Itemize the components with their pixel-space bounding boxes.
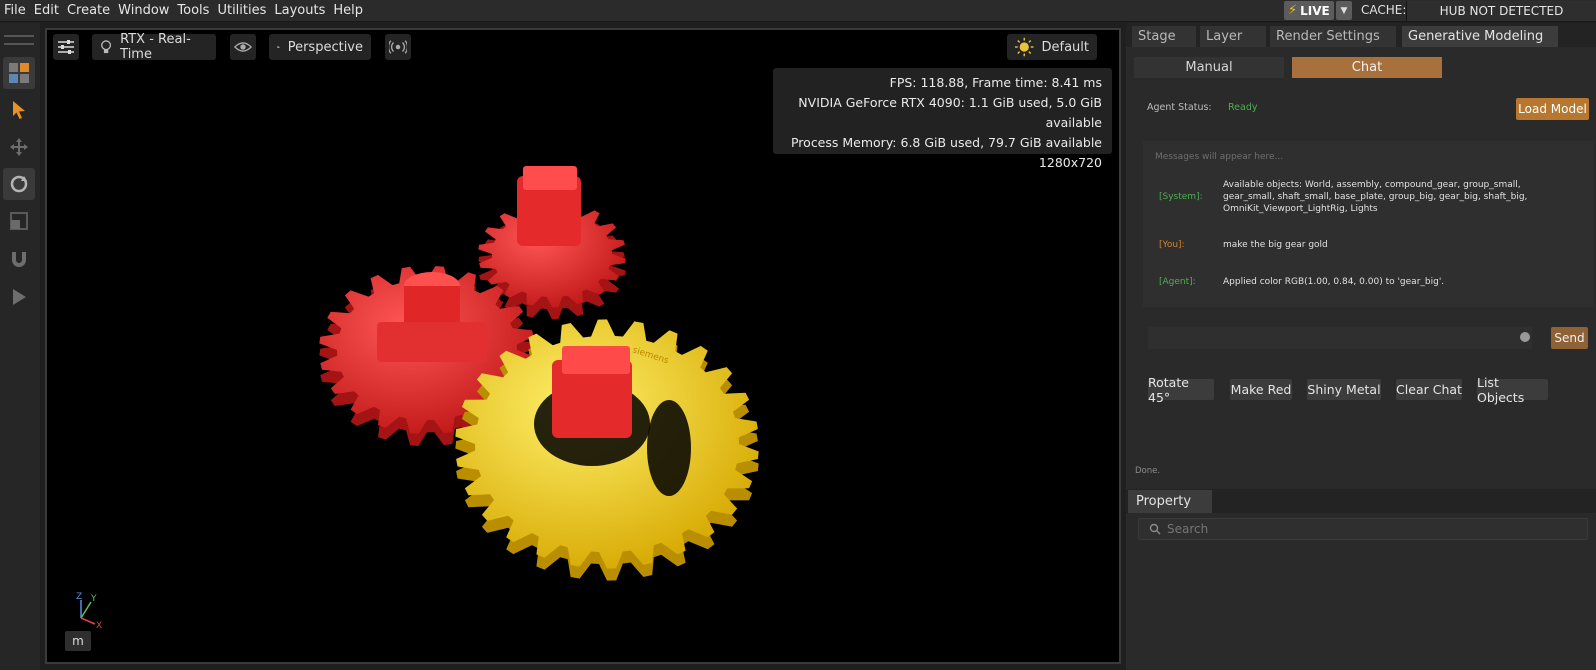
menu-help[interactable]: Help [333,3,363,18]
shaft-back-top [523,166,577,190]
scale-icon [10,212,28,230]
load-model-button[interactable]: Load Model [1516,98,1589,120]
scale-tool-button[interactable] [3,205,35,237]
right-panel: Stage Layer Render Settings Generative M… [1126,23,1596,670]
clear-chat-button[interactable]: Clear Chat [1396,379,1462,400]
message-sender: [You]: [1159,240,1185,250]
chat-messages[interactable]: Messages will appear here... [System]: A… [1143,141,1594,307]
chat-input-container [1148,327,1532,349]
chat-message: [You]: make the big gear gold [1159,239,1589,251]
agent-status-label: Agent Status: [1147,102,1212,113]
play-button[interactable] [3,281,35,313]
search-icon [1149,523,1161,535]
rotate-tool-button[interactable] [3,168,35,200]
rotate-45-button[interactable]: Rotate 45° [1148,375,1214,405]
message-sender: [Agent]: [1159,277,1196,287]
menu-tools[interactable]: Tools [177,3,209,18]
message-text: make the big gear gold [1223,240,1328,250]
cache-label: CACHE: [1361,3,1407,17]
message-text: Available objects: World, assembly, comp… [1223,180,1528,214]
mode-manual[interactable]: Manual [1134,57,1284,78]
tab-property[interactable]: Property [1128,490,1212,513]
menu-file[interactable]: File [4,3,26,18]
message-sender: [System]: [1159,192,1203,202]
gear-big-slot [647,400,691,496]
select-arrow-icon [13,101,25,119]
tab-render-settings[interactable]: Render Settings [1270,26,1396,47]
property-search-input[interactable] [1167,519,1577,539]
left-toolbar [0,23,40,670]
unit-button[interactable]: m [65,631,91,651]
shaft-big-top [562,346,630,374]
play-icon [13,289,26,305]
live-button[interactable]: ⚡ LIVE [1284,1,1334,20]
list-objects-button[interactable]: List Objects [1477,375,1548,405]
agent-status-value: Ready [1228,102,1258,113]
chevron-down-icon: ▼ [1340,5,1348,16]
panel-tabs: Stage Layer Render Settings Generative M… [1126,23,1596,47]
chat-message: [Agent]: Applied color RGB(1.00, 0.84, 0… [1159,276,1589,288]
shiny-metal-button[interactable]: Shiny Metal [1307,379,1381,400]
shaft-small[interactable] [404,286,460,326]
live-dropdown-button[interactable]: ▼ [1336,1,1352,20]
menu-window[interactable]: Window [118,3,169,18]
menu-create[interactable]: Create [67,3,110,18]
axis-z-label: Z [76,592,82,602]
message-text: Applied color RGB(1.00, 0.84, 0.00) to '… [1223,277,1445,287]
mode-chat[interactable]: Chat [1292,57,1442,78]
snap-button[interactable] [3,243,35,275]
status-text: Done. [1135,466,1161,476]
menu-layouts[interactable]: Layouts [274,3,325,18]
chat-message: [System]: Available objects: World, asse… [1159,179,1589,215]
snap-magnet-icon [12,252,26,267]
tab-stage[interactable]: Stage [1132,26,1196,47]
hub-status: HUB NOT DETECTED [1406,1,1596,21]
live-label: LIVE [1300,3,1330,18]
select-mode-icon [9,63,29,83]
rotate-icon [10,175,28,193]
menu-edit[interactable]: Edit [34,3,59,18]
menu-bar: File Edit Create Window Tools Utilities … [0,0,1596,22]
select-tool-button[interactable] [3,94,35,126]
make-red-button[interactable]: Make Red [1230,379,1292,400]
axis-gizmo: Z Y X [76,592,102,630]
property-search [1138,518,1588,540]
select-mode-button[interactable] [3,57,35,89]
messages-placeholder: Messages will appear here... [1155,152,1284,162]
viewport[interactable]: RTX - Real-Time Perspective Default FPS:… [45,28,1121,664]
move-icon [10,138,28,156]
gears-scene[interactable]: siemens [47,30,1119,662]
input-scroll-handle[interactable] [1520,332,1530,342]
menu-list: File Edit Create Window Tools Utilities … [4,3,363,18]
send-button[interactable]: Send [1551,327,1588,349]
move-tool-button[interactable] [3,131,35,163]
bolt-icon: ⚡ [1288,3,1298,18]
tab-layer[interactable]: Layer [1200,26,1266,47]
chat-input[interactable] [1148,327,1532,349]
axis-x-label: X [96,621,102,630]
toolbar-grip[interactable] [4,35,34,45]
menu-utilities[interactable]: Utilities [217,3,266,18]
axis-y-label: Y [90,594,97,604]
tab-generative-modeling[interactable]: Generative Modeling [1402,26,1558,47]
base-plate-red[interactable] [377,322,487,362]
